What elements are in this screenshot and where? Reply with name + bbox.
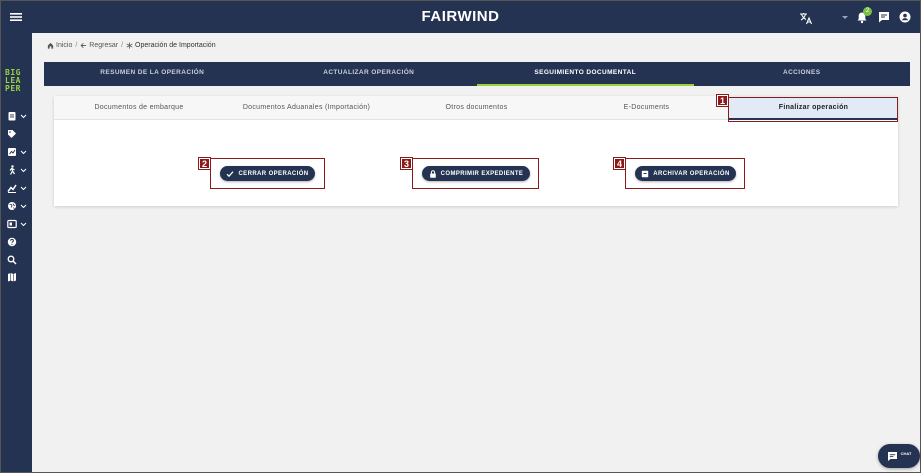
tab-seguimiento-documental[interactable]: SEGUIMIENTO DOCUMENTAL	[477, 62, 694, 86]
sidebar-item-analytics[interactable]	[7, 183, 29, 195]
chevron-down-icon	[20, 114, 27, 119]
sidebar-item-activity[interactable]	[7, 165, 29, 177]
subtab-e-documents[interactable]: E-Documents	[564, 96, 729, 120]
menu-icon[interactable]	[9, 10, 23, 24]
message-icon[interactable]	[878, 11, 890, 23]
chevron-down-icon	[20, 222, 27, 227]
sidebar-item-search[interactable]	[7, 255, 29, 267]
annotation-box-1	[728, 97, 898, 122]
chevron-down-icon	[20, 204, 27, 209]
account-icon[interactable]	[899, 11, 911, 23]
home-icon	[47, 42, 54, 49]
chart-icon	[8, 148, 16, 156]
sidebar-item-map[interactable]	[7, 272, 29, 284]
snowflake-icon	[126, 42, 133, 49]
tag-icon	[8, 130, 16, 138]
sidebar: BIG LEA PER	[1, 33, 32, 472]
chat-button[interactable]: CHAT	[878, 444, 920, 468]
chat-icon	[887, 451, 897, 461]
annotation-box-3	[412, 158, 539, 189]
annotation-number-2: 2	[198, 157, 211, 170]
chevron-down-icon[interactable]	[840, 12, 850, 22]
top-bar: FAIRWIND 2	[1, 1, 920, 33]
notification-badge: 2	[863, 7, 872, 16]
chevron-down-icon	[20, 168, 27, 173]
brand-title: FAIRWIND	[421, 8, 500, 25]
operation-tabs: RESUMEN DE LA OPERACIÓN ACTUALIZAR OPERA…	[44, 62, 910, 86]
logo: BIG LEA PER	[5, 68, 21, 93]
annotation-number-3: 3	[400, 157, 413, 170]
walk-icon	[9, 165, 15, 175]
annotation-box-4	[625, 158, 745, 189]
translate-icon[interactable]	[799, 11, 813, 25]
annotation-box-2	[210, 158, 325, 189]
breadcrumb-back[interactable]: Regresar	[80, 42, 118, 49]
panel-icon	[7, 219, 17, 229]
tab-resumen[interactable]: RESUMEN DE LA OPERACIÓN	[44, 62, 261, 86]
sidebar-item-help[interactable]	[7, 237, 29, 249]
tab-actualizar[interactable]: ACTUALIZAR OPERACIÓN	[261, 62, 478, 86]
help-icon	[7, 237, 17, 247]
annotation-number-4: 4	[613, 157, 626, 170]
sidebar-item-global[interactable]	[7, 201, 29, 213]
sidebar-item-operations[interactable]	[7, 111, 29, 123]
globe-icon	[8, 202, 16, 210]
sidebar-item-panel[interactable]	[7, 219, 29, 231]
breadcrumb: Inicio / Regresar / Operación de Importa…	[47, 42, 216, 49]
subtab-documentos-embarque[interactable]: Documentos de embarque	[54, 96, 224, 120]
search-icon	[7, 255, 17, 265]
trend-icon	[7, 184, 17, 193]
subtab-documentos-aduanales[interactable]: Documentos Aduanales (Importación)	[224, 96, 389, 120]
breadcrumb-home[interactable]: Inicio	[47, 42, 72, 49]
breadcrumb-current: Operación de Importación	[126, 42, 216, 49]
arrow-left-icon	[80, 43, 87, 48]
chevron-down-icon	[20, 186, 27, 191]
sidebar-item-tags[interactable]	[7, 129, 29, 141]
annotation-number-1: 1	[716, 94, 729, 107]
clipboard-icon	[8, 112, 16, 121]
sidebar-item-reports[interactable]	[7, 147, 29, 159]
map-icon	[8, 273, 16, 282]
chevron-down-icon	[20, 150, 27, 155]
tab-acciones[interactable]: ACCIONES	[694, 62, 911, 86]
subtab-otros-documentos[interactable]: Otros documentos	[389, 96, 564, 120]
